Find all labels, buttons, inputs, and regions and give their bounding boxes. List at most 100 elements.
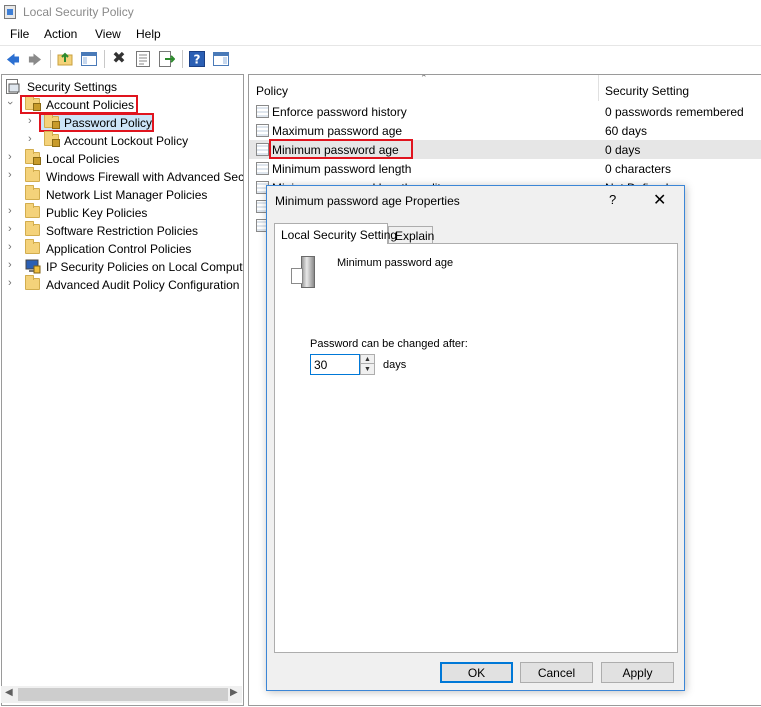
delete-icon[interactable]: ✖ — [110, 50, 128, 68]
chevron-down-icon[interactable]: › — [4, 101, 16, 105]
server-icon — [289, 256, 319, 290]
folder-lock-icon — [44, 131, 60, 147]
chevron-right-icon[interactable]: › — [28, 115, 32, 127]
spin-down-icon[interactable]: ▼ — [361, 365, 374, 374]
toolbar-separator — [50, 50, 51, 68]
menu-help[interactable]: Help — [136, 27, 161, 41]
tree-item-network-list-manager[interactable]: Network List Manager Policies — [8, 185, 242, 204]
title-bar: Local Security Policy — [0, 0, 761, 24]
menu-action[interactable]: Action — [44, 27, 77, 41]
highlight-box-minimum-password-age — [269, 139, 413, 159]
close-icon[interactable]: ✕ — [653, 190, 666, 210]
chevron-right-icon[interactable]: › — [8, 151, 12, 163]
policy-setting-icon — [256, 105, 269, 118]
column-header-policy[interactable]: Policy — [256, 84, 288, 98]
chevron-right-icon[interactable]: › — [28, 133, 32, 145]
policy-name: Minimum password length — [272, 162, 412, 176]
tree-label: IP Security Policies on Local Compute — [46, 260, 244, 274]
ok-button[interactable]: OK — [440, 662, 513, 683]
forward-arrow-icon[interactable]: 🡆 — [26, 50, 44, 68]
menu-view[interactable]: View — [95, 27, 121, 41]
scroll-left-arrow-icon[interactable]: ◀ — [5, 687, 13, 698]
export-list-icon[interactable] — [158, 50, 176, 68]
chevron-right-icon[interactable]: › — [8, 205, 12, 217]
sort-caret-icon: ⌃ — [420, 74, 428, 83]
policy-heading: Minimum password age — [337, 257, 454, 269]
tree-item-windows-firewall[interactable]: › Windows Firewall with Advanced Secu — [8, 167, 244, 186]
policy-value: 0 passwords remembered — [605, 105, 744, 119]
tree-item-application-control[interactable]: › Application Control Policies — [8, 239, 242, 258]
days-input[interactable] — [310, 354, 360, 375]
tree-label: Network List Manager Policies — [46, 188, 208, 202]
highlight-box-account-policies — [20, 95, 138, 114]
help-question-icon[interactable]: ? — [609, 192, 616, 207]
field-label: Password can be changed after: — [310, 338, 468, 350]
security-settings-icon — [6, 79, 20, 94]
tree-horizontal-scrollbar[interactable]: ◀ ▶ — [1, 686, 242, 703]
unit-label: days — [383, 359, 407, 371]
properties-icon[interactable] — [134, 50, 152, 68]
folder-icon — [25, 239, 40, 254]
tree-label: Application Control Policies — [46, 242, 192, 256]
apply-button[interactable]: Apply — [601, 662, 674, 683]
dialog-title: Minimum password age Properties — [275, 194, 460, 208]
folder-icon — [25, 221, 40, 236]
tab-label: Local Security Setting — [281, 228, 398, 242]
tree-label: Security Settings — [27, 80, 118, 94]
tab-local-security-setting[interactable]: Local Security Setting — [274, 223, 397, 244]
spin-up-icon[interactable]: ▲ — [361, 355, 374, 364]
tree-item-public-key-policies[interactable]: › Public Key Policies — [8, 203, 242, 222]
tree-item-local-policies[interactable]: › Local Policies — [8, 149, 242, 168]
policy-row[interactable]: Minimum password length 0 characters — [249, 159, 761, 178]
policy-value: 60 days — [605, 124, 648, 138]
chevron-right-icon[interactable]: › — [8, 169, 12, 181]
column-divider[interactable] — [598, 75, 599, 101]
tree-item-advanced-audit[interactable]: › Advanced Audit Policy Configuration — [8, 275, 242, 294]
scroll-right-arrow-icon[interactable]: ▶ — [230, 687, 238, 698]
tree-label: Software Restriction Policies — [46, 224, 199, 238]
policy-document — [291, 268, 303, 284]
tree-item-ip-security[interactable]: › IP Security Policies on Local Compute — [8, 258, 244, 276]
window-title: Local Security Policy — [23, 5, 134, 19]
policy-setting-icon — [256, 124, 269, 137]
toolbar-separator — [104, 50, 105, 68]
policy-value: 0 characters — [605, 162, 672, 176]
policy-setting-icon — [256, 143, 269, 156]
cancel-button[interactable]: Cancel — [520, 662, 593, 683]
tree-item-software-restriction[interactable]: › Software Restriction Policies — [8, 221, 242, 240]
show-hide-action-pane-icon[interactable] — [212, 50, 230, 68]
show-hide-tree-icon[interactable] — [80, 50, 98, 68]
chevron-right-icon[interactable]: › — [8, 241, 12, 253]
policy-row[interactable]: Maximum password age 60 days — [249, 121, 761, 140]
console-tree[interactable]: Security Settings › Account Policies › P… — [1, 74, 244, 706]
folder-icon — [25, 275, 40, 290]
policy-setting-icon — [256, 162, 269, 175]
ip-security-computer-icon — [25, 259, 41, 274]
tree-item-account-lockout-policy[interactable]: › Account Lockout Policy — [28, 131, 242, 150]
tree-label: Windows Firewall with Advanced Secu — [46, 170, 244, 184]
back-arrow-icon[interactable]: 🡄 — [4, 50, 22, 68]
tab-label: Explain — [395, 229, 435, 243]
policy-name: Maximum password age — [272, 124, 403, 138]
column-header-security-setting[interactable]: Security Setting — [605, 84, 689, 98]
highlight-box-password-policy — [39, 113, 154, 132]
tree-label: Public Key Policies — [46, 206, 148, 220]
chevron-right-icon[interactable]: › — [8, 223, 12, 235]
scrollbar-thumb[interactable] — [18, 688, 228, 701]
chevron-right-icon[interactable]: › — [8, 277, 12, 289]
toolbar: 🡄 🡆 ✖ ? — [0, 45, 761, 72]
svg-text:?: ? — [194, 53, 201, 67]
tree-root-security-settings[interactable]: Security Settings — [6, 78, 242, 96]
tree-label: Local Policies — [46, 152, 120, 166]
up-folder-icon[interactable] — [56, 50, 74, 68]
policy-row[interactable]: Enforce password history 0 passwords rem… — [249, 102, 761, 121]
help-icon[interactable]: ? — [188, 50, 206, 68]
folder-icon — [25, 167, 40, 182]
menu-bar: File Action View Help — [0, 24, 761, 44]
policy-name: Enforce password history — [272, 105, 407, 119]
chevron-right-icon[interactable]: › — [8, 259, 12, 271]
policy-value: 0 days — [605, 143, 641, 157]
days-spinner[interactable]: ▲ ▼ — [360, 354, 375, 375]
menu-file[interactable]: File — [10, 27, 29, 41]
folder-lock-icon — [25, 149, 41, 165]
